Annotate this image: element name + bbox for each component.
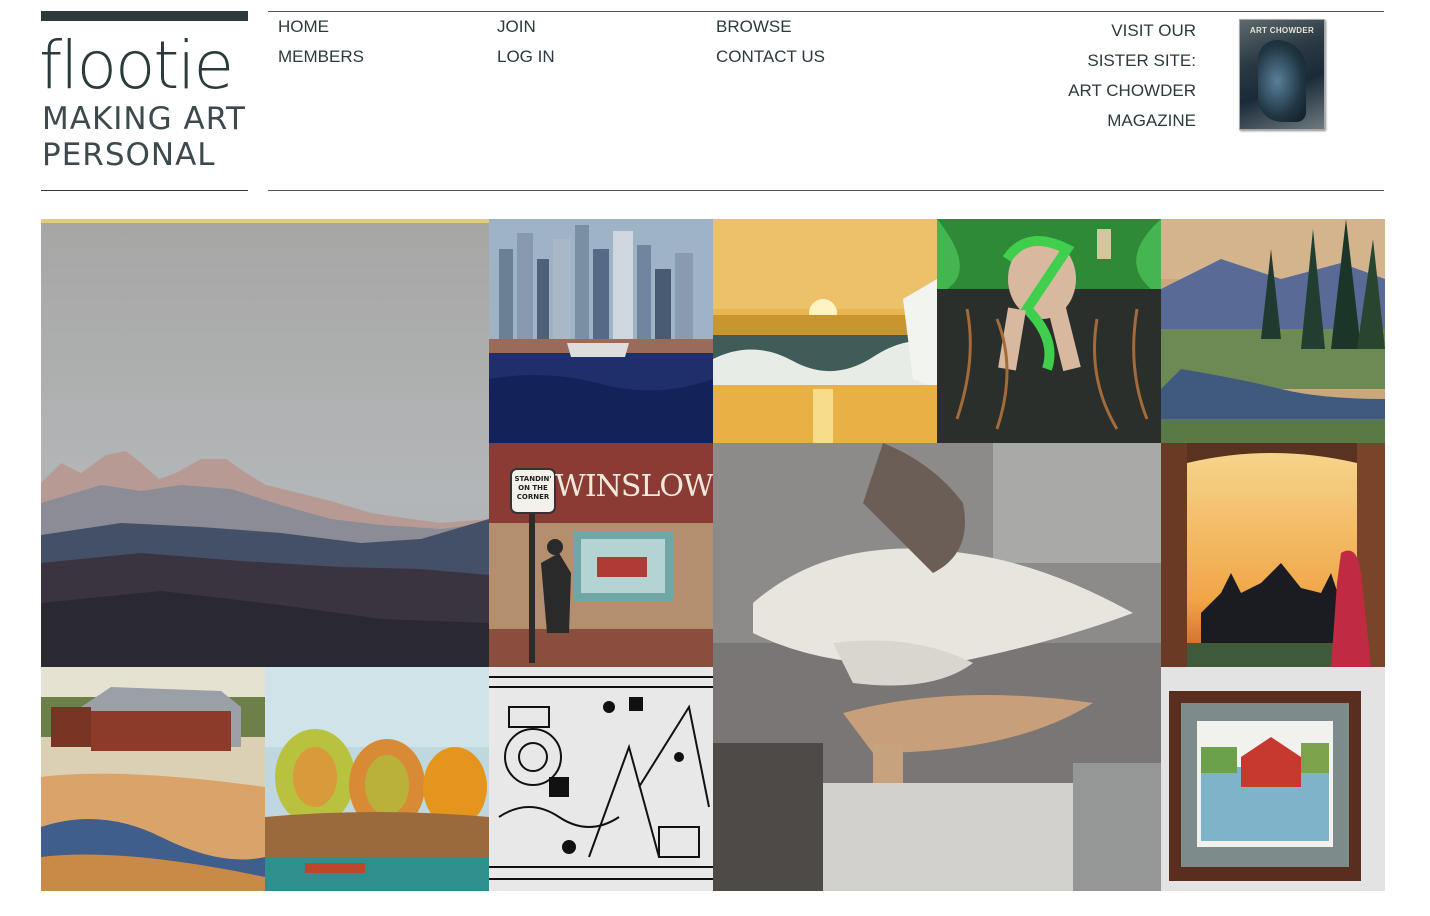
pears-image xyxy=(265,667,489,891)
route-sign-line1: STANDIN' xyxy=(514,475,552,483)
artwork-tile-framed-boathouse[interactable] xyxy=(1161,667,1385,891)
barn-image xyxy=(41,667,265,891)
artwork-tile-winslow[interactable]: WINSLOW STANDIN' ON THE CORNER xyxy=(489,443,713,667)
palace-sunset-image xyxy=(1161,443,1385,667)
winslow-sign-text: WINSLOW xyxy=(555,469,713,504)
site-logo[interactable]: flootie MAKING ART PERSONAL xyxy=(39,11,248,192)
artwork-gallery: WINSLOW STANDIN' ON THE CORNER xyxy=(41,219,1385,891)
route-sign: STANDIN' ON THE CORNER xyxy=(513,475,553,502)
sunset-waves-image xyxy=(713,219,937,443)
artwork-tile-ink-drawing[interactable] xyxy=(489,667,713,891)
sister-site-link[interactable]: VISIT OUR SISTER SITE: ART CHOWDER MAGAZ… xyxy=(1016,16,1196,136)
nav-login-link[interactable]: LOG IN xyxy=(497,47,555,67)
ink-drawing-image xyxy=(489,667,713,891)
magazine-cover-art xyxy=(1258,40,1306,122)
route-sign-line2: ON THE xyxy=(518,484,548,492)
artwork-tile-barn[interactable] xyxy=(41,667,265,891)
nav-bottom-divider xyxy=(268,190,1384,191)
forest-stream-image xyxy=(1161,219,1385,443)
nav-top-divider xyxy=(268,11,1384,12)
magazine-cover-title: ART CHOWDER xyxy=(1249,26,1315,35)
nav-join-link[interactable]: JOIN xyxy=(497,17,536,37)
artwork-tile-city-harbor[interactable] xyxy=(489,219,713,443)
artwork-tile-fish-sculpture[interactable] xyxy=(713,443,1161,891)
city-harbor-image xyxy=(489,219,713,443)
sister-site-line4: MAGAZINE xyxy=(1107,111,1196,130)
sister-site-line3: ART CHOWDER xyxy=(1068,81,1196,100)
logo-tagline: MAKING ART PERSONAL xyxy=(42,101,246,173)
nav-browse-link[interactable]: BROWSE xyxy=(716,17,792,37)
route-sign-line3: CORNER xyxy=(516,493,550,501)
logo-wordmark: flootie xyxy=(39,27,234,104)
sister-site-line2: SISTER SITE: xyxy=(1087,51,1196,70)
nav-members-link[interactable]: MEMBERS xyxy=(278,47,364,67)
artwork-tile-sunset-waves[interactable] xyxy=(713,219,937,443)
artwork-tile-palace-sunset[interactable] xyxy=(1161,443,1385,667)
fish-sculpture-image xyxy=(713,443,1161,891)
framed-boathouse-image xyxy=(1161,667,1385,891)
logo-divider xyxy=(41,190,248,191)
art-chowder-cover-image[interactable]: ART CHOWDER xyxy=(1239,19,1325,130)
mountains-image xyxy=(41,223,489,667)
logo-tagline-line2: PERSONAL xyxy=(42,137,216,173)
logo-top-bar xyxy=(41,11,248,21)
figure-roots-image xyxy=(937,219,1161,443)
artwork-tile-pears[interactable] xyxy=(265,667,489,891)
artwork-tile-figure-roots[interactable] xyxy=(937,219,1161,447)
logo-tagline-line1: MAKING ART xyxy=(42,101,246,137)
sister-site-line1: VISIT OUR xyxy=(1111,21,1196,40)
nav-contact-link[interactable]: CONTACT US xyxy=(716,47,825,67)
artwork-tile-mountains[interactable] xyxy=(41,219,489,667)
nav-home-link[interactable]: HOME xyxy=(278,17,329,37)
artwork-tile-forest-stream[interactable] xyxy=(1161,219,1385,443)
